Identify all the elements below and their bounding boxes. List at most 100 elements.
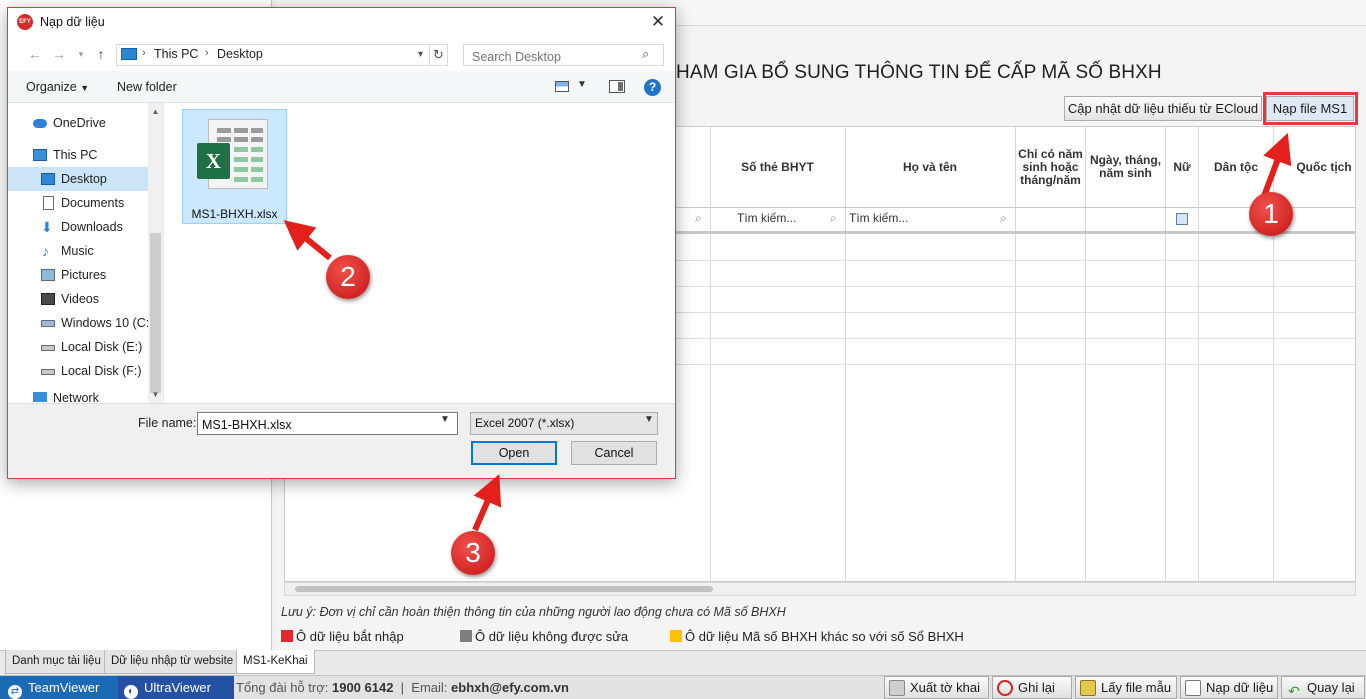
nav-label: Network bbox=[53, 391, 99, 402]
search-input[interactable] bbox=[463, 44, 664, 66]
sheet-cell bbox=[251, 137, 263, 142]
save-button[interactable]: Ghi lại bbox=[992, 676, 1072, 699]
horizontal-scroll-thumb[interactable] bbox=[295, 586, 713, 592]
nav-item-network[interactable]: Network bbox=[8, 386, 148, 402]
file-name-input[interactable] bbox=[197, 412, 458, 435]
open-button[interactable]: Open bbox=[471, 441, 557, 465]
change-view-icon[interactable] bbox=[555, 81, 569, 92]
breadcrumb-this-pc[interactable]: This PC bbox=[154, 47, 198, 61]
nav-item-pictures[interactable]: Pictures bbox=[8, 263, 148, 287]
step-badge-3: 3 bbox=[451, 531, 495, 575]
nav-item-documents[interactable]: Documents bbox=[8, 191, 148, 215]
close-icon[interactable]: ✕ bbox=[644, 11, 672, 33]
email-label: Email: bbox=[411, 680, 448, 695]
tab-danh-muc-tai-lieu[interactable]: Danh mục tài liệu bbox=[5, 650, 108, 674]
legend-required-swatch bbox=[281, 630, 293, 642]
sheet-cell bbox=[234, 167, 248, 172]
network-icon bbox=[33, 392, 47, 402]
preview-pane-icon[interactable] bbox=[609, 80, 625, 93]
sheet-cell bbox=[251, 157, 263, 162]
col-header-chi-co-nam-sinh[interactable]: Chỉ có năm sinh hoặc tháng/năm bbox=[1016, 127, 1085, 207]
sheet-cell bbox=[234, 137, 248, 142]
ultraviewer-button[interactable]: ◐ UltraViewer bbox=[118, 676, 234, 699]
chevron-down-icon[interactable]: ▾ bbox=[413, 45, 428, 65]
scroll-up-icon[interactable]: ▲ bbox=[148, 105, 163, 119]
nav-item-downloads[interactable]: ⬇ Downloads bbox=[8, 215, 148, 239]
refresh-icon[interactable]: ↻ bbox=[429, 45, 447, 65]
breadcrumb-desktop[interactable]: Desktop bbox=[217, 47, 263, 61]
app-logo-icon: EFY bbox=[17, 14, 33, 30]
get-template-button[interactable]: Lấy file mẫu bbox=[1075, 676, 1177, 699]
nav-item-local-disk-f[interactable]: Local Disk (F:) bbox=[8, 359, 148, 383]
nav-item-onedrive[interactable]: OneDrive bbox=[8, 111, 148, 135]
highlight-box bbox=[1263, 92, 1358, 125]
nav-label: Windows 10 (C:) bbox=[61, 316, 154, 330]
tab-ms1-kekhai[interactable]: MS1-KeKhai bbox=[236, 650, 315, 674]
sheet-cell bbox=[217, 128, 231, 133]
organize-label: Organize bbox=[26, 80, 77, 94]
videos-icon bbox=[41, 293, 55, 305]
up-arrow-icon[interactable]: ↑ bbox=[92, 44, 110, 64]
col-header-so-the-bhyt[interactable]: Số thẻ BHYT bbox=[710, 127, 845, 207]
support-email: ebhxh@efy.com.vn bbox=[451, 680, 569, 695]
nav-item-windows-c[interactable]: Windows 10 (C:) bbox=[8, 311, 153, 335]
export-label: Xuất tờ khai bbox=[910, 680, 980, 695]
sheet-cell bbox=[251, 177, 263, 182]
nav-item-desktop[interactable]: Desktop bbox=[8, 167, 148, 191]
nav-item-music[interactable]: ♪ Music bbox=[8, 239, 148, 263]
sheet-cell bbox=[217, 137, 231, 142]
back-icon: ↶ bbox=[1288, 683, 1300, 699]
ultraviewer-icon: ◐ bbox=[124, 685, 138, 699]
teamviewer-label: TeamViewer bbox=[28, 680, 100, 695]
help-icon[interactable]: ? bbox=[644, 79, 661, 96]
nav-item-this-pc[interactable]: This PC bbox=[8, 143, 148, 167]
drive-icon bbox=[41, 320, 55, 327]
dialog-titlebar bbox=[8, 8, 675, 37]
filter-nu-checkbox[interactable] bbox=[1176, 213, 1188, 225]
cancel-button[interactable]: Cancel bbox=[571, 441, 657, 465]
back-arrow-icon[interactable]: ← bbox=[26, 44, 44, 64]
nav-label: Local Disk (F:) bbox=[61, 364, 142, 378]
support-phone: 1900 6142 bbox=[331, 680, 394, 695]
support-info: Tổng đài hỗ trợ: 1900 6142 | Email: ebhx… bbox=[236, 680, 569, 695]
col-header-nu[interactable]: Nữ bbox=[1166, 127, 1198, 207]
nav-item-local-disk-e[interactable]: Local Disk (E:) bbox=[8, 335, 148, 359]
file-name-field-label: File name: bbox=[138, 416, 197, 430]
legend-readonly-label: Ô dữ liệu không được sửa bbox=[475, 629, 629, 644]
chevron-right-icon: › bbox=[205, 47, 209, 59]
legend-mismatch-label: Ô dữ liệu Mã số BHXH khác so với số Sổ B… bbox=[685, 629, 964, 644]
dialog-title: Nạp dữ liệu bbox=[40, 15, 105, 29]
nav-label: This PC bbox=[53, 148, 98, 162]
col-header-ngay-thang-nam-sinh[interactable]: Ngày, tháng, năm sinh bbox=[1086, 127, 1165, 207]
col-header-quoc-tich[interactable]: Quốc tịch bbox=[1274, 127, 1355, 207]
col-header-ho-va-ten[interactable]: Họ và tên bbox=[845, 127, 1015, 207]
legend-readonly-swatch bbox=[460, 630, 472, 642]
new-folder-button[interactable]: New folder bbox=[117, 80, 177, 94]
chevron-down-icon[interactable]: ▼ bbox=[577, 79, 587, 90]
export-declaration-button[interactable]: Xuất tờ khai bbox=[884, 676, 989, 699]
load-data-button[interactable]: Nạp dữ liệu bbox=[1180, 676, 1278, 699]
open-file-dialog: EFY Nạp dữ liệu ✕ ← → ▾ ↑ › This PC › De… bbox=[7, 7, 676, 479]
filter-so-the-bhyt[interactable]: Tìm kiếm... bbox=[737, 211, 796, 225]
nav-pane-scroll-thumb[interactable] bbox=[150, 233, 161, 393]
recent-locations-icon[interactable]: ▾ bbox=[72, 44, 90, 64]
update-ecloud-button[interactable]: Cập nhật dữ liệu thiếu từ ECloud bbox=[1064, 96, 1262, 121]
search-icon: ⌕ bbox=[695, 211, 702, 225]
teamviewer-button[interactable]: ⇄ TeamViewer bbox=[0, 676, 118, 699]
file-type-select[interactable]: Excel 2007 (*.xlsx) bbox=[470, 412, 658, 435]
teamviewer-icon: ⇄ bbox=[8, 685, 22, 699]
nav-label: Documents bbox=[61, 196, 125, 210]
forward-arrow-icon[interactable]: → bbox=[50, 44, 68, 64]
legend-required-label: Ô dữ liệu bắt nhập bbox=[296, 629, 404, 644]
organize-menu[interactable]: Organize ▼ bbox=[26, 80, 89, 94]
scroll-down-icon[interactable]: ▼ bbox=[148, 388, 163, 402]
chevron-down-icon[interactable]: ▼ bbox=[644, 414, 654, 425]
filter-ho-va-ten[interactable]: Tìm kiếm... bbox=[849, 211, 908, 225]
tab-du-lieu-nhap-tu-website[interactable]: Dữ liệu nhập từ website bbox=[104, 650, 241, 674]
search-icon: ⌕ bbox=[1000, 211, 1007, 225]
nav-item-videos[interactable]: Videos bbox=[8, 287, 148, 311]
sheet-cell bbox=[234, 147, 248, 152]
back-button[interactable]: ↶ Quay lại bbox=[1281, 676, 1365, 699]
sheet-cell bbox=[251, 147, 263, 152]
chevron-down-icon[interactable]: ▼ bbox=[440, 414, 450, 425]
